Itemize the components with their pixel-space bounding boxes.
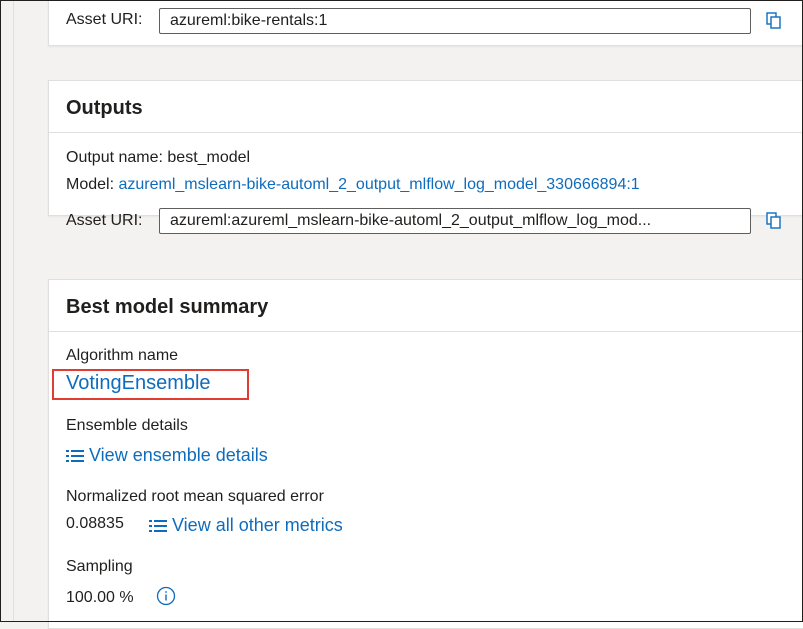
highlight-box	[52, 369, 249, 400]
view-all-metrics-text: View all other metrics	[172, 515, 343, 535]
asset-uri-field[interactable]: azureml:bike-rentals:1	[159, 8, 751, 34]
copy-icon[interactable]	[765, 12, 783, 30]
outputs-title: Outputs	[66, 97, 143, 119]
model-row: Model: azureml_mslearn-bike-automl_2_out…	[66, 176, 640, 194]
best-model-summary-card: Best model summary Algorithm name Voting…	[48, 279, 803, 629]
view-ensemble-details-text: View ensemble details	[89, 445, 268, 465]
output-asset-uri-field[interactable]: azureml:azureml_mslearn-bike-automl_2_ou…	[159, 208, 751, 234]
output-name: Output name: best_model	[66, 149, 251, 166]
list-icon	[149, 520, 167, 532]
ensemble-label: Ensemble details	[66, 417, 188, 434]
model-label: Model:	[66, 176, 115, 193]
outputs-card: Outputs Output name: best_model Model: a…	[48, 80, 803, 234]
sampling-label: Sampling	[66, 558, 133, 575]
input-asset-card: Asset URI: azureml:bike-rentals:1	[48, 0, 803, 46]
model-link[interactable]: azureml_mslearn-bike-automl_2_output_mlf…	[118, 176, 639, 193]
view-ensemble-details-link[interactable]: View ensemble details	[66, 445, 268, 466]
summary-divider	[49, 331, 803, 332]
output-asset-uri-label: Asset URI:	[66, 212, 143, 229]
list-icon	[66, 450, 84, 462]
metric-value: 0.08835	[66, 515, 124, 532]
algorithm-label: Algorithm name	[66, 347, 179, 364]
metric-label: Normalized root mean squared error	[66, 488, 324, 505]
copy-icon[interactable]	[765, 212, 783, 230]
summary-title: Best model summary	[66, 296, 269, 318]
sampling-row: 100.00 %	[66, 586, 176, 607]
left-panel-border	[13, 0, 14, 622]
info-icon[interactable]	[156, 586, 176, 606]
sampling-value: 100.00 %	[66, 589, 134, 606]
view-all-metrics-link[interactable]: View all other metrics	[149, 515, 343, 536]
outputs-divider	[49, 132, 803, 133]
asset-uri-label: Asset URI:	[66, 11, 143, 28]
